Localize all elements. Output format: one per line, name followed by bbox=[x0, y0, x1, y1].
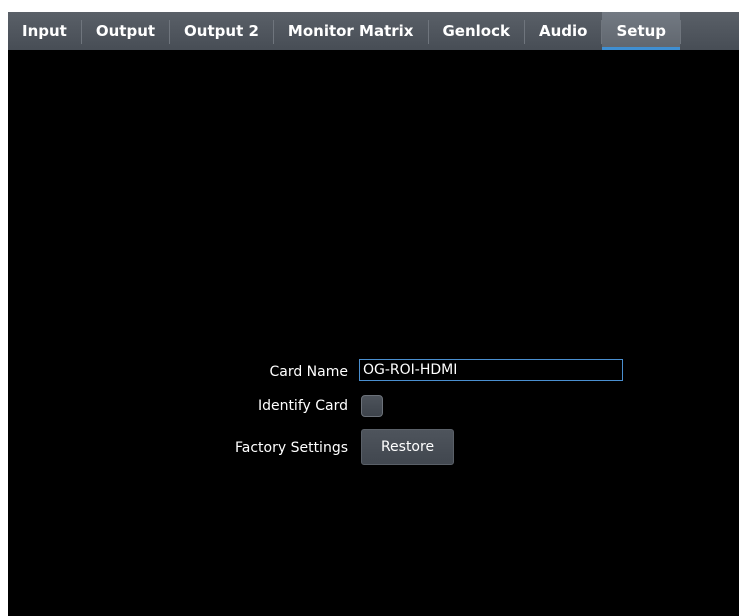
card-name-input[interactable] bbox=[359, 359, 623, 381]
identify-card-label: Identify Card bbox=[257, 398, 348, 414]
tab-output-2[interactable]: Output 2 bbox=[170, 12, 273, 50]
factory-settings-label: Factory Settings bbox=[234, 440, 348, 456]
restore-button[interactable]: Restore bbox=[361, 429, 454, 465]
tab-bar: Input Output Output 2 Monitor Matrix Gen… bbox=[8, 12, 739, 50]
tab-output[interactable]: Output bbox=[82, 12, 169, 50]
tab-divider bbox=[680, 20, 682, 44]
app-frame: Input Output Output 2 Monitor Matrix Gen… bbox=[8, 12, 739, 616]
tab-input[interactable]: Input bbox=[8, 12, 81, 50]
identify-card-checkbox[interactable] bbox=[361, 395, 383, 417]
tab-genlock[interactable]: Genlock bbox=[429, 12, 524, 50]
tab-setup[interactable]: Setup bbox=[602, 12, 681, 50]
card-name-label: Card Name bbox=[269, 364, 348, 380]
tab-audio[interactable]: Audio bbox=[525, 12, 601, 50]
setup-panel: Card Name Identify Card Factory Settings… bbox=[8, 50, 739, 616]
tab-monitor-matrix[interactable]: Monitor Matrix bbox=[274, 12, 428, 50]
